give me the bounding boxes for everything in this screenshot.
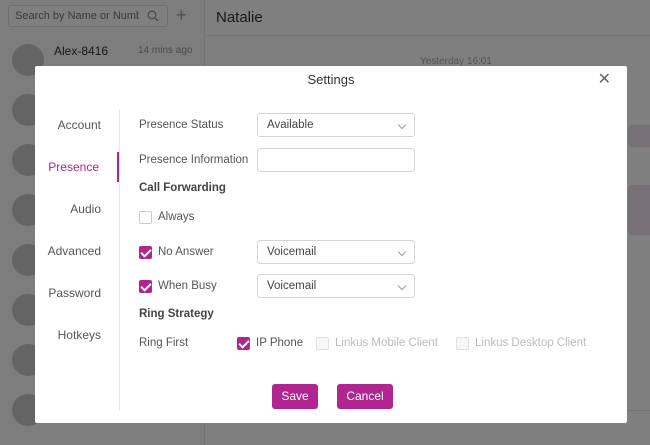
when-busy-value: Voicemail [267, 280, 317, 292]
chevron-down-icon [397, 120, 407, 130]
tab-advanced[interactable]: Advanced [34, 236, 119, 266]
chevron-down-icon [397, 281, 407, 291]
when-busy-checkbox[interactable] [139, 280, 152, 293]
no-answer-label: No Answer [158, 246, 214, 258]
desktop-client-checkbox[interactable] [456, 337, 469, 350]
settings-dialog: Settings ✕ Account Presence Audio Advanc… [35, 66, 627, 423]
tab-presence[interactable]: Presence [34, 152, 119, 182]
presence-information-label: Presence Information [139, 154, 249, 166]
no-answer-checkbox[interactable] [139, 246, 152, 259]
chevron-down-icon [397, 247, 407, 257]
mobile-client-label: Linkus Mobile Client [335, 337, 438, 349]
always-label: Always [158, 211, 195, 223]
no-answer-select[interactable]: Voicemail [257, 240, 415, 264]
mobile-client-checkbox[interactable] [316, 337, 329, 350]
presence-status-label: Presence Status [139, 119, 224, 131]
tab-audio[interactable]: Audio [34, 194, 119, 224]
cancel-button[interactable]: Cancel [337, 384, 393, 409]
ip-phone-label: IP Phone [256, 337, 304, 349]
call-forwarding-heading: Call Forwarding [139, 182, 226, 194]
no-answer-value: Voicemail [267, 246, 317, 258]
settings-tabs: Account Presence Audio Advanced Password… [35, 110, 120, 410]
presence-status-select[interactable]: Available [257, 113, 415, 137]
ring-strategy-heading: Ring Strategy [139, 308, 214, 320]
presence-settings: Presence Status Available Presence Infor… [139, 66, 627, 423]
ip-phone-checkbox[interactable] [237, 337, 250, 350]
when-busy-select[interactable]: Voicemail [257, 274, 415, 298]
ring-first-label: Ring First [139, 337, 189, 349]
desktop-client-label: Linkus Desktop Client [475, 337, 587, 349]
presence-information-input[interactable] [257, 148, 415, 172]
presence-status-value: Available [267, 119, 314, 131]
save-button[interactable]: Save [272, 384, 318, 409]
tab-password[interactable]: Password [34, 278, 119, 308]
always-checkbox[interactable] [139, 211, 152, 224]
tab-hotkeys[interactable]: Hotkeys [34, 320, 119, 350]
when-busy-label: When Busy [158, 280, 217, 292]
tab-account[interactable]: Account [34, 110, 119, 140]
